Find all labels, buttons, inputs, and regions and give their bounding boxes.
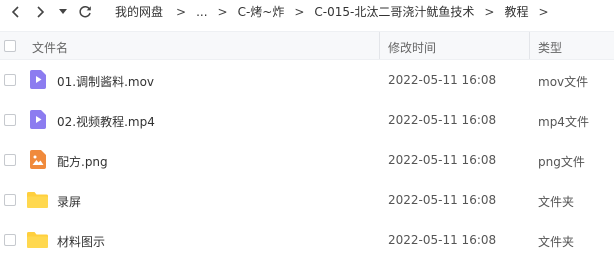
breadcrumb-separator: > xyxy=(217,4,228,19)
folder-icon xyxy=(27,192,48,208)
file-type: 文件夹 xyxy=(538,235,575,249)
file-row[interactable]: 材料图示 2022-05-11 16:08 文件夹 xyxy=(0,220,614,260)
breadcrumb-item-category[interactable]: C-烤~炸 xyxy=(238,3,285,20)
breadcrumb-item-ellipsis[interactable]: ... xyxy=(196,5,207,19)
history-dropdown-button[interactable] xyxy=(56,2,70,22)
file-type: mov文件 xyxy=(538,75,589,89)
video-file-icon xyxy=(30,70,46,89)
modified-time: 2022-05-11 16:08 xyxy=(388,113,497,127)
breadcrumb-item-root[interactable]: 我的网盘 xyxy=(115,3,163,20)
column-header-name[interactable]: 文件名 xyxy=(32,39,68,56)
file-row[interactable]: 02.视频教程.mp4 2022-05-11 16:08 mp4文件 xyxy=(0,100,614,140)
row-checkbox[interactable] xyxy=(4,154,16,166)
breadcrumb-separator: > xyxy=(484,4,495,19)
folder-icon xyxy=(27,232,48,248)
select-all-checkbox[interactable] xyxy=(4,40,16,52)
modified-time: 2022-05-11 16:08 xyxy=(388,73,497,87)
file-list-header: 文件名 修改时间 类型 xyxy=(0,31,614,60)
video-file-icon xyxy=(30,110,46,129)
file-type: 文件夹 xyxy=(538,195,575,209)
file-name[interactable]: 录屏 xyxy=(57,193,81,210)
column-header-type[interactable]: 类型 xyxy=(538,39,562,56)
refresh-icon xyxy=(79,5,91,18)
modified-time: 2022-05-11 16:08 xyxy=(388,233,497,247)
image-file-icon xyxy=(30,150,46,169)
row-checkbox[interactable] xyxy=(4,114,16,126)
navigation-toolbar: 我的网盘 > ... > C-烤~炸 > C-015-北汰二哥浇汁鱿鱼技术 > … xyxy=(0,0,614,26)
forward-button[interactable] xyxy=(30,2,50,22)
column-divider[interactable] xyxy=(529,32,530,59)
row-checkbox[interactable] xyxy=(4,234,16,246)
breadcrumb-separator: > xyxy=(538,4,549,19)
file-row[interactable]: 配方.png 2022-05-11 16:08 png文件 xyxy=(0,140,614,180)
file-name[interactable]: 01.调制酱料.mov xyxy=(57,73,154,90)
breadcrumb: 我的网盘 > ... > C-烤~炸 > C-015-北汰二哥浇汁鱿鱼技术 > … xyxy=(115,3,559,20)
back-button[interactable] xyxy=(6,2,26,22)
breadcrumb-separator: > xyxy=(294,4,305,19)
modified-time: 2022-05-11 16:08 xyxy=(388,153,497,167)
breadcrumb-separator: > xyxy=(176,4,187,19)
chevron-right-icon xyxy=(37,6,45,18)
breadcrumb-item-course[interactable]: C-015-北汰二哥浇汁鱿鱼技术 xyxy=(314,3,474,20)
row-checkbox[interactable] xyxy=(4,194,16,206)
file-name[interactable]: 材料图示 xyxy=(57,233,105,250)
file-type: mp4文件 xyxy=(538,115,589,129)
caret-down-icon xyxy=(59,9,67,14)
file-name[interactable]: 02.视频教程.mp4 xyxy=(57,113,155,130)
modified-time: 2022-05-11 16:08 xyxy=(388,193,497,207)
file-type: png文件 xyxy=(538,155,585,169)
column-divider[interactable] xyxy=(379,32,380,59)
column-header-time[interactable]: 修改时间 xyxy=(388,39,436,56)
refresh-button[interactable] xyxy=(75,2,95,22)
chevron-left-icon xyxy=(11,6,19,18)
row-checkbox[interactable] xyxy=(4,74,16,86)
file-name[interactable]: 配方.png xyxy=(57,153,108,170)
file-row[interactable]: 录屏 2022-05-11 16:08 文件夹 xyxy=(0,180,614,220)
file-row[interactable]: 01.调制酱料.mov 2022-05-11 16:08 mov文件 xyxy=(0,60,614,100)
breadcrumb-item-current[interactable]: 教程 xyxy=(504,3,528,20)
